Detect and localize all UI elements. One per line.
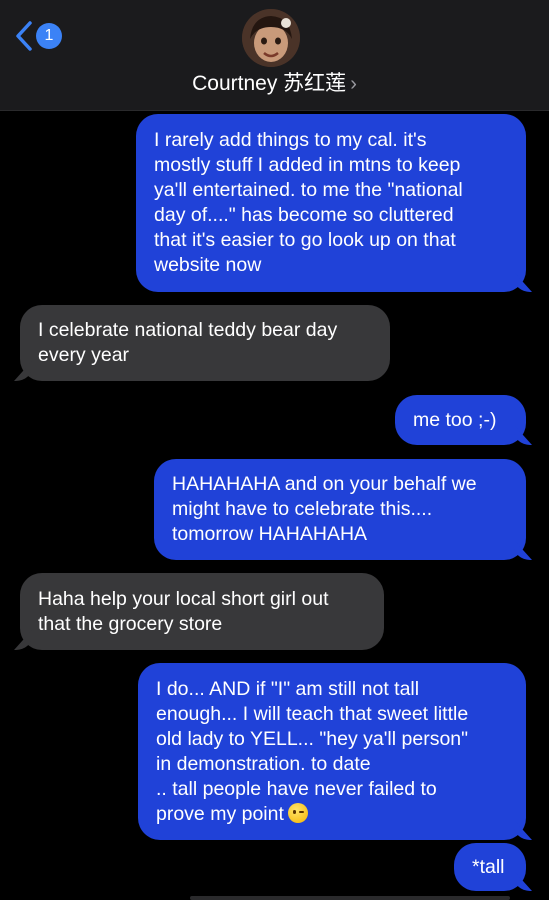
message-text: HAHAHAHA and on your behalf we might hav… [172, 473, 477, 545]
contact-name-button[interactable]: Courtney 苏红莲 › [0, 70, 549, 98]
contact-photo [242, 9, 300, 67]
chevron-right-icon: › [350, 73, 357, 95]
contact-name: Courtney 苏红莲 [192, 72, 347, 95]
message-bubble-sent[interactable]: me too ;-) [395, 395, 526, 445]
partial-input-bar [190, 896, 510, 900]
message-text: I celebrate national teddy bear day ever… [38, 319, 338, 366]
message-bubble-sent[interactable]: HAHAHAHA and on your behalf we might hav… [154, 459, 526, 560]
message-text: I do... AND if "I" am still not tall eno… [156, 677, 468, 827]
unread-count-badge: 1 [36, 23, 62, 49]
chevron-left-icon [16, 21, 32, 51]
winking-face-emoji-icon [287, 802, 308, 823]
back-button[interactable]: 1 [14, 20, 62, 52]
message-bubble-sent[interactable]: I do... AND if "I" am still not tall eno… [138, 663, 526, 840]
message-bubble-received[interactable]: Haha help your local short girl out that… [20, 573, 384, 650]
conversation-header: 1 Courtney 苏红莲 › [0, 0, 549, 111]
message-text: me too ;-) [413, 408, 497, 431]
message-bubble-sent[interactable]: I rarely add things to my cal. it's most… [136, 114, 526, 292]
message-text: I rarely add things to my cal. it's most… [154, 129, 463, 276]
message-bubble-received[interactable]: I celebrate national teddy bear day ever… [20, 305, 390, 381]
message-text-body: I do... AND if "I" am still not tall eno… [156, 677, 469, 825]
message-bubble-sent[interactable]: *tall [454, 843, 526, 891]
message-text: Haha help your local short girl out that… [38, 587, 329, 635]
avatar[interactable] [242, 9, 300, 67]
message-text: *tall [472, 855, 505, 878]
